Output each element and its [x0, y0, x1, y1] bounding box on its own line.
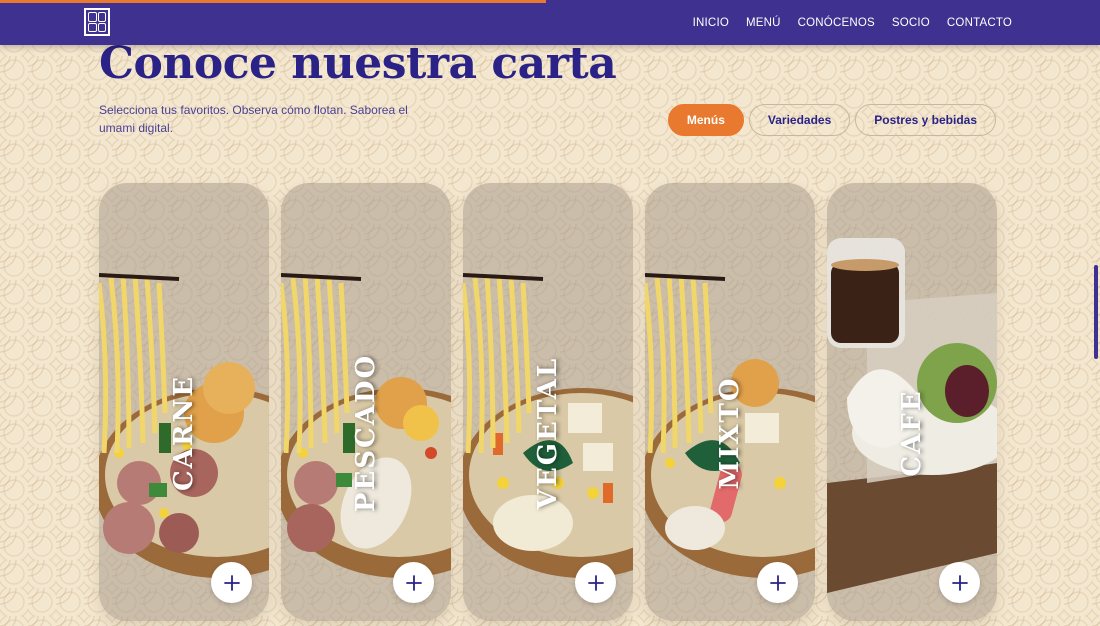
nav-item-socio[interactable]: SOCIO — [892, 17, 930, 29]
category-filters: Menús Variedades Postres y bebidas — [667, 104, 996, 136]
menu-cards: CARNE PESCADO VEGETAL MIXTO CAFE — [99, 183, 997, 621]
nav-item-inicio[interactable]: INICIO — [693, 17, 729, 29]
card-label-pescado: PESCADO — [351, 353, 381, 512]
plus-icon — [769, 574, 786, 591]
plus-icon — [587, 574, 604, 591]
nav-item-menu[interactable]: MENÚ — [746, 17, 781, 29]
scroll-progress-bar — [0, 0, 546, 3]
card-carne-plus-button[interactable] — [211, 562, 252, 603]
scrollbar-thumb[interactable] — [1094, 265, 1098, 359]
section-subtitle: Selecciona tus favoritos. Observa cómo f… — [99, 103, 408, 135]
menu-card-cafe[interactable]: CAFE — [827, 183, 997, 621]
card-vegetal-plus-button[interactable] — [575, 562, 616, 603]
card-cafe-plus-button[interactable] — [939, 562, 980, 603]
card-label-cafe: CAFE — [897, 389, 927, 477]
nav-item-contacto[interactable]: CONTACTO — [947, 17, 1012, 29]
card-label-carne: CARNE — [169, 374, 199, 491]
nav-item-conocenos[interactable]: CONÓCENOS — [798, 17, 875, 29]
plus-icon — [951, 574, 968, 591]
card-mixto-plus-button[interactable] — [757, 562, 798, 603]
menu-card-vegetal[interactable]: VEGETAL — [463, 183, 633, 621]
card-pescado-plus-button[interactable] — [393, 562, 434, 603]
filter-variedades-button[interactable]: Variedades — [748, 104, 851, 136]
filter-menus-button[interactable]: Menús — [667, 104, 744, 136]
udon-logo[interactable] — [84, 8, 110, 36]
nav-menu: INICIO MENÚ CONÓCENOS SOCIO CONTACTO — [693, 0, 1012, 45]
menu-card-mixto[interactable]: MIXTO — [645, 183, 815, 621]
menu-card-pescado[interactable]: PESCADO — [281, 183, 451, 621]
menu-card-carne[interactable]: CARNE — [99, 183, 269, 621]
card-label-mixto: MIXTO — [715, 376, 745, 490]
filter-postres-bebidas-button[interactable]: Postres y bebidas — [855, 104, 996, 136]
card-label-vegetal: VEGETAL — [533, 356, 563, 509]
plus-icon — [405, 574, 422, 591]
section-title: Conoce nuestra carta — [99, 38, 617, 89]
plus-icon — [223, 574, 240, 591]
top-navbar: INICIO MENÚ CONÓCENOS SOCIO CONTACTO — [0, 0, 1100, 45]
